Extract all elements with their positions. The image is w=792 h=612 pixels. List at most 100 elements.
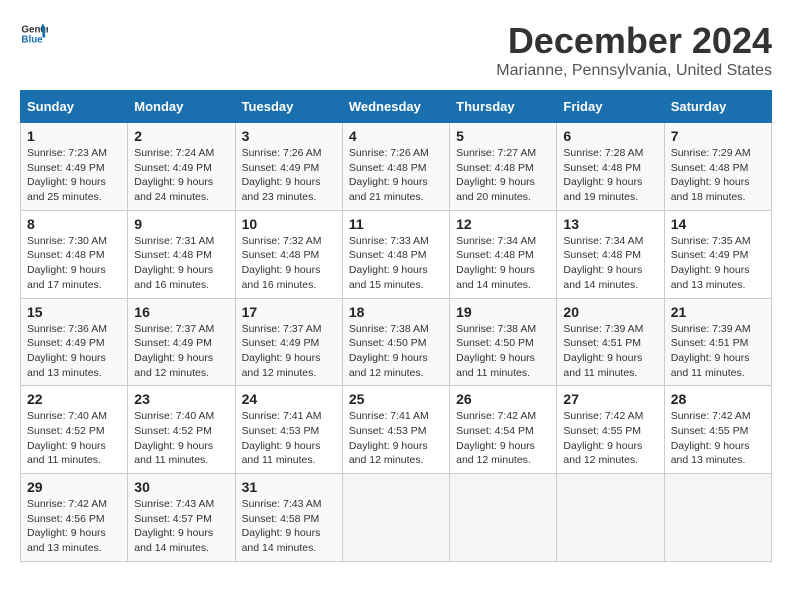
- calendar-table: SundayMondayTuesdayWednesdayThursdayFrid…: [20, 90, 772, 562]
- calendar-week-row: 8 Sunrise: 7:30 AMSunset: 4:48 PMDaylight…: [21, 210, 772, 298]
- day-number: 2: [134, 128, 228, 144]
- day-info: Sunrise: 7:41 AMSunset: 4:53 PMDaylight:…: [242, 409, 336, 468]
- day-info: Sunrise: 7:24 AMSunset: 4:49 PMDaylight:…: [134, 146, 228, 205]
- day-number: 1: [27, 128, 121, 144]
- calendar-week-row: 22 Sunrise: 7:40 AMSunset: 4:52 PMDayligh…: [21, 386, 772, 474]
- calendar-day-cell: 21Sunrise: 7:39 AMSunset: 4:51 PMDayligh…: [664, 298, 771, 386]
- day-header-tuesday: Tuesday: [235, 91, 342, 123]
- calendar-day-cell: 8 Sunrise: 7:30 AMSunset: 4:48 PMDaylight…: [21, 210, 128, 298]
- day-number: 25: [349, 391, 443, 407]
- day-header-wednesday: Wednesday: [342, 91, 449, 123]
- day-number: 19: [456, 304, 550, 320]
- calendar-day-cell: 11Sunrise: 7:33 AMSunset: 4:48 PMDayligh…: [342, 210, 449, 298]
- calendar-day-cell: 9Sunrise: 7:31 AMSunset: 4:48 PMDaylight…: [128, 210, 235, 298]
- day-info: Sunrise: 7:26 AMSunset: 4:49 PMDaylight:…: [242, 146, 336, 205]
- calendar-day-cell: 24 Sunrise: 7:41 AMSunset: 4:53 PMDayligh…: [235, 386, 342, 474]
- day-info: Sunrise: 7:42 AMSunset: 4:55 PMDaylight:…: [563, 409, 657, 468]
- day-number: 4: [349, 128, 443, 144]
- day-info: Sunrise: 7:43 AMSunset: 4:58 PMDaylight:…: [242, 497, 336, 556]
- calendar-day-cell: 6 Sunrise: 7:28 AMSunset: 4:48 PMDaylight…: [557, 123, 664, 211]
- day-info: Sunrise: 7:28 AMSunset: 4:48 PMDaylight:…: [563, 146, 657, 205]
- day-info: Sunrise: 7:29 AMSunset: 4:48 PMDaylight:…: [671, 146, 765, 205]
- calendar-day-cell: 15 Sunrise: 7:36 AMSunset: 4:49 PMDayligh…: [21, 298, 128, 386]
- day-info: Sunrise: 7:37 AMSunset: 4:49 PMDaylight:…: [242, 322, 336, 381]
- calendar-day-cell: 13Sunrise: 7:34 AMSunset: 4:48 PMDayligh…: [557, 210, 664, 298]
- day-number: 18: [349, 304, 443, 320]
- calendar-day-cell: 30 Sunrise: 7:43 AMSunset: 4:57 PMDayligh…: [128, 474, 235, 562]
- day-header-monday: Monday: [128, 91, 235, 123]
- calendar-day-cell: 2 Sunrise: 7:24 AMSunset: 4:49 PMDaylight…: [128, 123, 235, 211]
- day-number: 22: [27, 391, 121, 407]
- logo: General Blue: [20, 20, 48, 48]
- logo-icon: General Blue: [20, 20, 48, 48]
- day-info: Sunrise: 7:27 AMSunset: 4:48 PMDaylight:…: [456, 146, 550, 205]
- calendar-header-row: SundayMondayTuesdayWednesdayThursdayFrid…: [21, 91, 772, 123]
- day-number: 29: [27, 479, 121, 495]
- day-number: 30: [134, 479, 228, 495]
- day-number: 23: [134, 391, 228, 407]
- day-number: 24: [242, 391, 336, 407]
- day-number: 5: [456, 128, 550, 144]
- calendar-day-cell: 25 Sunrise: 7:41 AMSunset: 4:53 PMDayligh…: [342, 386, 449, 474]
- title-section: December 2024 Marianne, Pennsylvania, Un…: [496, 20, 772, 80]
- day-info: Sunrise: 7:43 AMSunset: 4:57 PMDaylight:…: [134, 497, 228, 556]
- day-info: Sunrise: 7:42 AMSunset: 4:55 PMDaylight:…: [671, 409, 765, 468]
- day-info: Sunrise: 7:26 AMSunset: 4:48 PMDaylight:…: [349, 146, 443, 205]
- page-header: General Blue December 2024 Marianne, Pen…: [20, 20, 772, 80]
- day-number: 13: [563, 216, 657, 232]
- day-number: 7: [671, 128, 765, 144]
- svg-text:Blue: Blue: [21, 34, 43, 45]
- calendar-day-cell: 23Sunrise: 7:40 AMSunset: 4:52 PMDayligh…: [128, 386, 235, 474]
- day-info: Sunrise: 7:36 AMSunset: 4:49 PMDaylight:…: [27, 322, 121, 381]
- day-number: 3: [242, 128, 336, 144]
- day-info: Sunrise: 7:37 AMSunset: 4:49 PMDaylight:…: [134, 322, 228, 381]
- calendar-week-row: 29 Sunrise: 7:42 AMSunset: 4:56 PMDayligh…: [21, 474, 772, 562]
- calendar-day-cell: 19 Sunrise: 7:38 AMSunset: 4:50 PMDayligh…: [450, 298, 557, 386]
- day-info: Sunrise: 7:32 AMSunset: 4:48 PMDaylight:…: [242, 234, 336, 293]
- day-number: 26: [456, 391, 550, 407]
- day-header-sunday: Sunday: [21, 91, 128, 123]
- calendar-day-cell: 26 Sunrise: 7:42 AMSunset: 4:54 PMDayligh…: [450, 386, 557, 474]
- day-number: 8: [27, 216, 121, 232]
- day-info: Sunrise: 7:38 AMSunset: 4:50 PMDaylight:…: [456, 322, 550, 381]
- calendar-day-cell: [342, 474, 449, 562]
- day-info: Sunrise: 7:30 AMSunset: 4:48 PMDaylight:…: [27, 234, 121, 293]
- day-info: Sunrise: 7:42 AMSunset: 4:56 PMDaylight:…: [27, 497, 121, 556]
- calendar-day-cell: 14 Sunrise: 7:35 AMSunset: 4:49 PMDayligh…: [664, 210, 771, 298]
- day-number: 6: [563, 128, 657, 144]
- day-number: 14: [671, 216, 765, 232]
- day-info: Sunrise: 7:41 AMSunset: 4:53 PMDaylight:…: [349, 409, 443, 468]
- calendar-day-cell: 22 Sunrise: 7:40 AMSunset: 4:52 PMDayligh…: [21, 386, 128, 474]
- day-info: Sunrise: 7:39 AMSunset: 4:51 PMDaylight:…: [563, 322, 657, 381]
- calendar-day-cell: 29 Sunrise: 7:42 AMSunset: 4:56 PMDayligh…: [21, 474, 128, 562]
- day-info: Sunrise: 7:38 AMSunset: 4:50 PMDaylight:…: [349, 322, 443, 381]
- calendar-week-row: 1 Sunrise: 7:23 AMSunset: 4:49 PMDaylight…: [21, 123, 772, 211]
- day-number: 9: [134, 216, 228, 232]
- calendar-day-cell: [557, 474, 664, 562]
- calendar-day-cell: 1 Sunrise: 7:23 AMSunset: 4:49 PMDaylight…: [21, 123, 128, 211]
- day-number: 11: [349, 216, 443, 232]
- day-number: 12: [456, 216, 550, 232]
- month-title: December 2024: [496, 20, 772, 62]
- day-info: Sunrise: 7:42 AMSunset: 4:54 PMDaylight:…: [456, 409, 550, 468]
- day-number: 31: [242, 479, 336, 495]
- calendar-day-cell: 27Sunrise: 7:42 AMSunset: 4:55 PMDayligh…: [557, 386, 664, 474]
- day-number: 20: [563, 304, 657, 320]
- day-info: Sunrise: 7:35 AMSunset: 4:49 PMDaylight:…: [671, 234, 765, 293]
- day-number: 16: [134, 304, 228, 320]
- day-info: Sunrise: 7:39 AMSunset: 4:51 PMDaylight:…: [671, 322, 765, 381]
- calendar-day-cell: [664, 474, 771, 562]
- day-info: Sunrise: 7:40 AMSunset: 4:52 PMDaylight:…: [27, 409, 121, 468]
- calendar-day-cell: [450, 474, 557, 562]
- day-info: Sunrise: 7:34 AMSunset: 4:48 PMDaylight:…: [456, 234, 550, 293]
- calendar-day-cell: 7 Sunrise: 7:29 AMSunset: 4:48 PMDaylight…: [664, 123, 771, 211]
- day-info: Sunrise: 7:23 AMSunset: 4:49 PMDaylight:…: [27, 146, 121, 205]
- calendar-day-cell: 4 Sunrise: 7:26 AMSunset: 4:48 PMDaylight…: [342, 123, 449, 211]
- day-number: 17: [242, 304, 336, 320]
- day-number: 28: [671, 391, 765, 407]
- location-subtitle: Marianne, Pennsylvania, United States: [496, 62, 772, 80]
- calendar-day-cell: 5 Sunrise: 7:27 AMSunset: 4:48 PMDaylight…: [450, 123, 557, 211]
- day-number: 15: [27, 304, 121, 320]
- calendar-day-cell: 3 Sunrise: 7:26 AMSunset: 4:49 PMDaylight…: [235, 123, 342, 211]
- calendar-day-cell: 20 Sunrise: 7:39 AMSunset: 4:51 PMDayligh…: [557, 298, 664, 386]
